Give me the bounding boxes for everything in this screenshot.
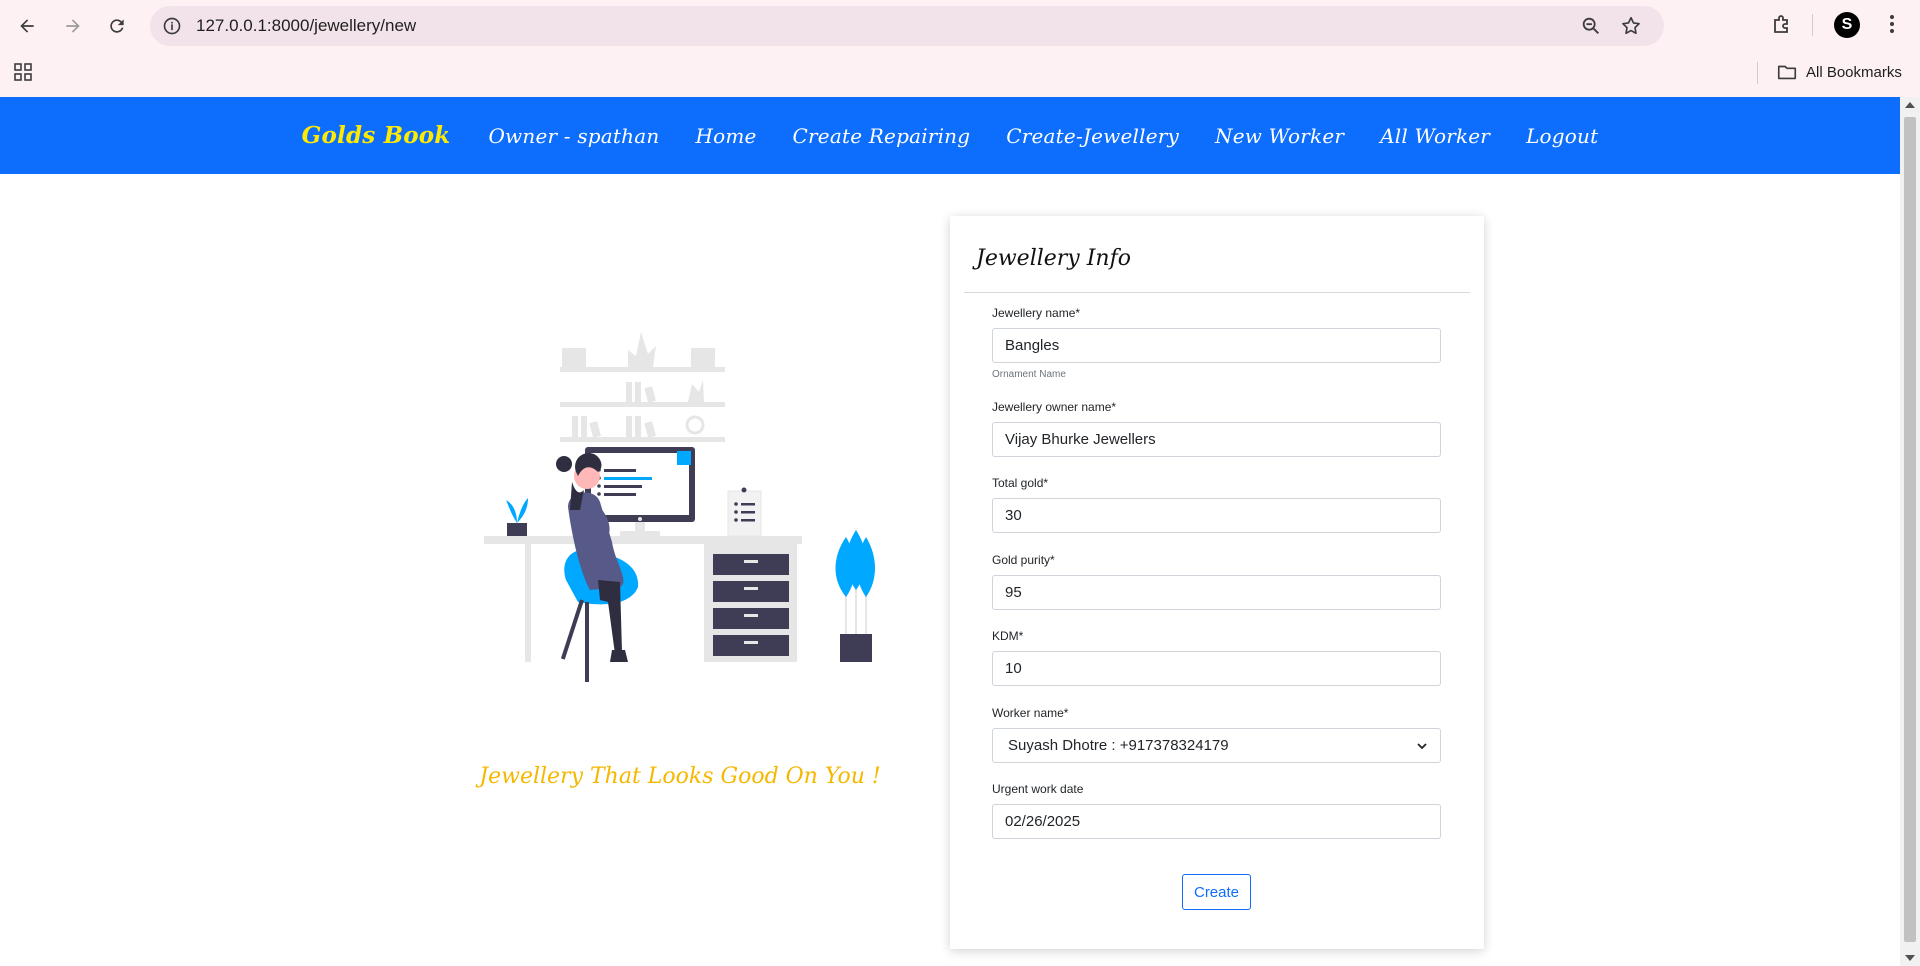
apps-grid-icon[interactable]: [13, 62, 33, 82]
bookmarks-bar: All Bookmarks: [0, 52, 1920, 92]
kdm-input[interactable]: 10: [992, 651, 1441, 686]
scroll-down-arrow[interactable]: [1905, 955, 1915, 961]
info-icon[interactable]: [162, 16, 182, 36]
owner-name-label: Jewellery owner name*: [992, 400, 1117, 414]
worker-name-selected: Suyash Dhotre : +917378324179: [1008, 737, 1229, 754]
jewellery-name-help: Ornament Name: [992, 369, 1066, 380]
reload-icon: [110, 19, 124, 33]
address-bar[interactable]: 127.0.0.1:8000/jewellery/new: [150, 6, 1664, 46]
arrow-left-icon: [20, 19, 34, 33]
form-title: Jewellery Info: [976, 246, 1131, 271]
nav-create-repairing[interactable]: Create Repairing: [775, 124, 989, 148]
reload-button[interactable]: [101, 10, 133, 42]
scrollbar-thumb[interactable]: [1904, 117, 1916, 942]
zoom-icon[interactable]: [1580, 15, 1602, 37]
profile-avatar[interactable]: S: [1834, 12, 1860, 38]
folder-icon: [1777, 65, 1797, 80]
nav-new-worker[interactable]: New Worker: [1197, 124, 1362, 148]
brand-link[interactable]: Golds Book: [284, 122, 471, 149]
nav-owner[interactable]: Owner - spathan: [470, 124, 677, 148]
gold-purity-label: Gold purity*: [992, 553, 1055, 567]
extensions-icon[interactable]: [1770, 12, 1794, 36]
page-scrollbar[interactable]: [1900, 97, 1920, 966]
title-divider: [964, 292, 1470, 293]
all-bookmarks-label: All Bookmarks: [1806, 63, 1902, 81]
total-gold-input[interactable]: 30: [992, 498, 1441, 533]
kdm-label: KDM*: [992, 629, 1024, 643]
wall-shelves: [560, 332, 725, 442]
nav-logout[interactable]: Logout: [1508, 124, 1616, 148]
worker-name-label: Worker name*: [992, 706, 1069, 720]
desk-illustration: [484, 332, 875, 682]
worker-name-select[interactable]: Suyash Dhotre : +917378324179: [992, 728, 1441, 763]
bookmarks-divider: [1757, 62, 1758, 84]
clipboard: [727, 487, 762, 537]
more-menu-icon[interactable]: [1880, 12, 1904, 36]
hero-tagline: Jewellery That Looks Good On You !: [479, 764, 881, 789]
forward-button[interactable]: [57, 10, 89, 42]
url-text[interactable]: 127.0.0.1:8000/jewellery/new: [196, 16, 416, 36]
scroll-up-arrow[interactable]: [1905, 102, 1915, 108]
browser-chrome: 127.0.0.1:8000/jewellery/new S All Bookm…: [0, 0, 1920, 97]
urgent-date-label: Urgent work date: [992, 782, 1084, 796]
total-gold-label: Total gold*: [992, 476, 1049, 490]
nav-create-jewellery[interactable]: Create-Jewellery: [988, 124, 1197, 148]
jewellery-name-input[interactable]: Bangles: [992, 328, 1441, 363]
owner-name-input[interactable]: Vijay Bhurke Jewellers: [992, 422, 1441, 457]
gold-purity-input[interactable]: 95: [992, 575, 1441, 610]
browser-toolbar: 127.0.0.1:8000/jewellery/new S: [0, 0, 1920, 50]
jewellery-name-label: Jewellery name*: [992, 306, 1081, 320]
nav-all-worker[interactable]: All Worker: [1362, 124, 1508, 148]
arrow-right-icon: [66, 19, 80, 33]
top-navbar: Golds Book Owner - spathan Home Create R…: [0, 97, 1900, 174]
nav-home[interactable]: Home: [677, 124, 774, 148]
chevron-down-icon: [1417, 743, 1427, 750]
all-bookmarks-button[interactable]: All Bookmarks: [1776, 61, 1902, 83]
urgent-date-input[interactable]: 02/26/2025: [992, 804, 1441, 839]
floor-plant: [835, 530, 875, 662]
page-viewport: Golds Book Owner - spathan Home Create R…: [0, 97, 1900, 966]
toolbar-divider: [1812, 14, 1813, 36]
small-desk-plant: [506, 498, 528, 536]
jewellery-form-card: Jewellery Info Jewellery name* Bangles O…: [950, 216, 1484, 949]
back-button[interactable]: [11, 10, 43, 42]
bookmark-star-icon[interactable]: [1620, 15, 1642, 37]
create-button[interactable]: Create: [1182, 874, 1251, 910]
desk: [484, 536, 802, 662]
